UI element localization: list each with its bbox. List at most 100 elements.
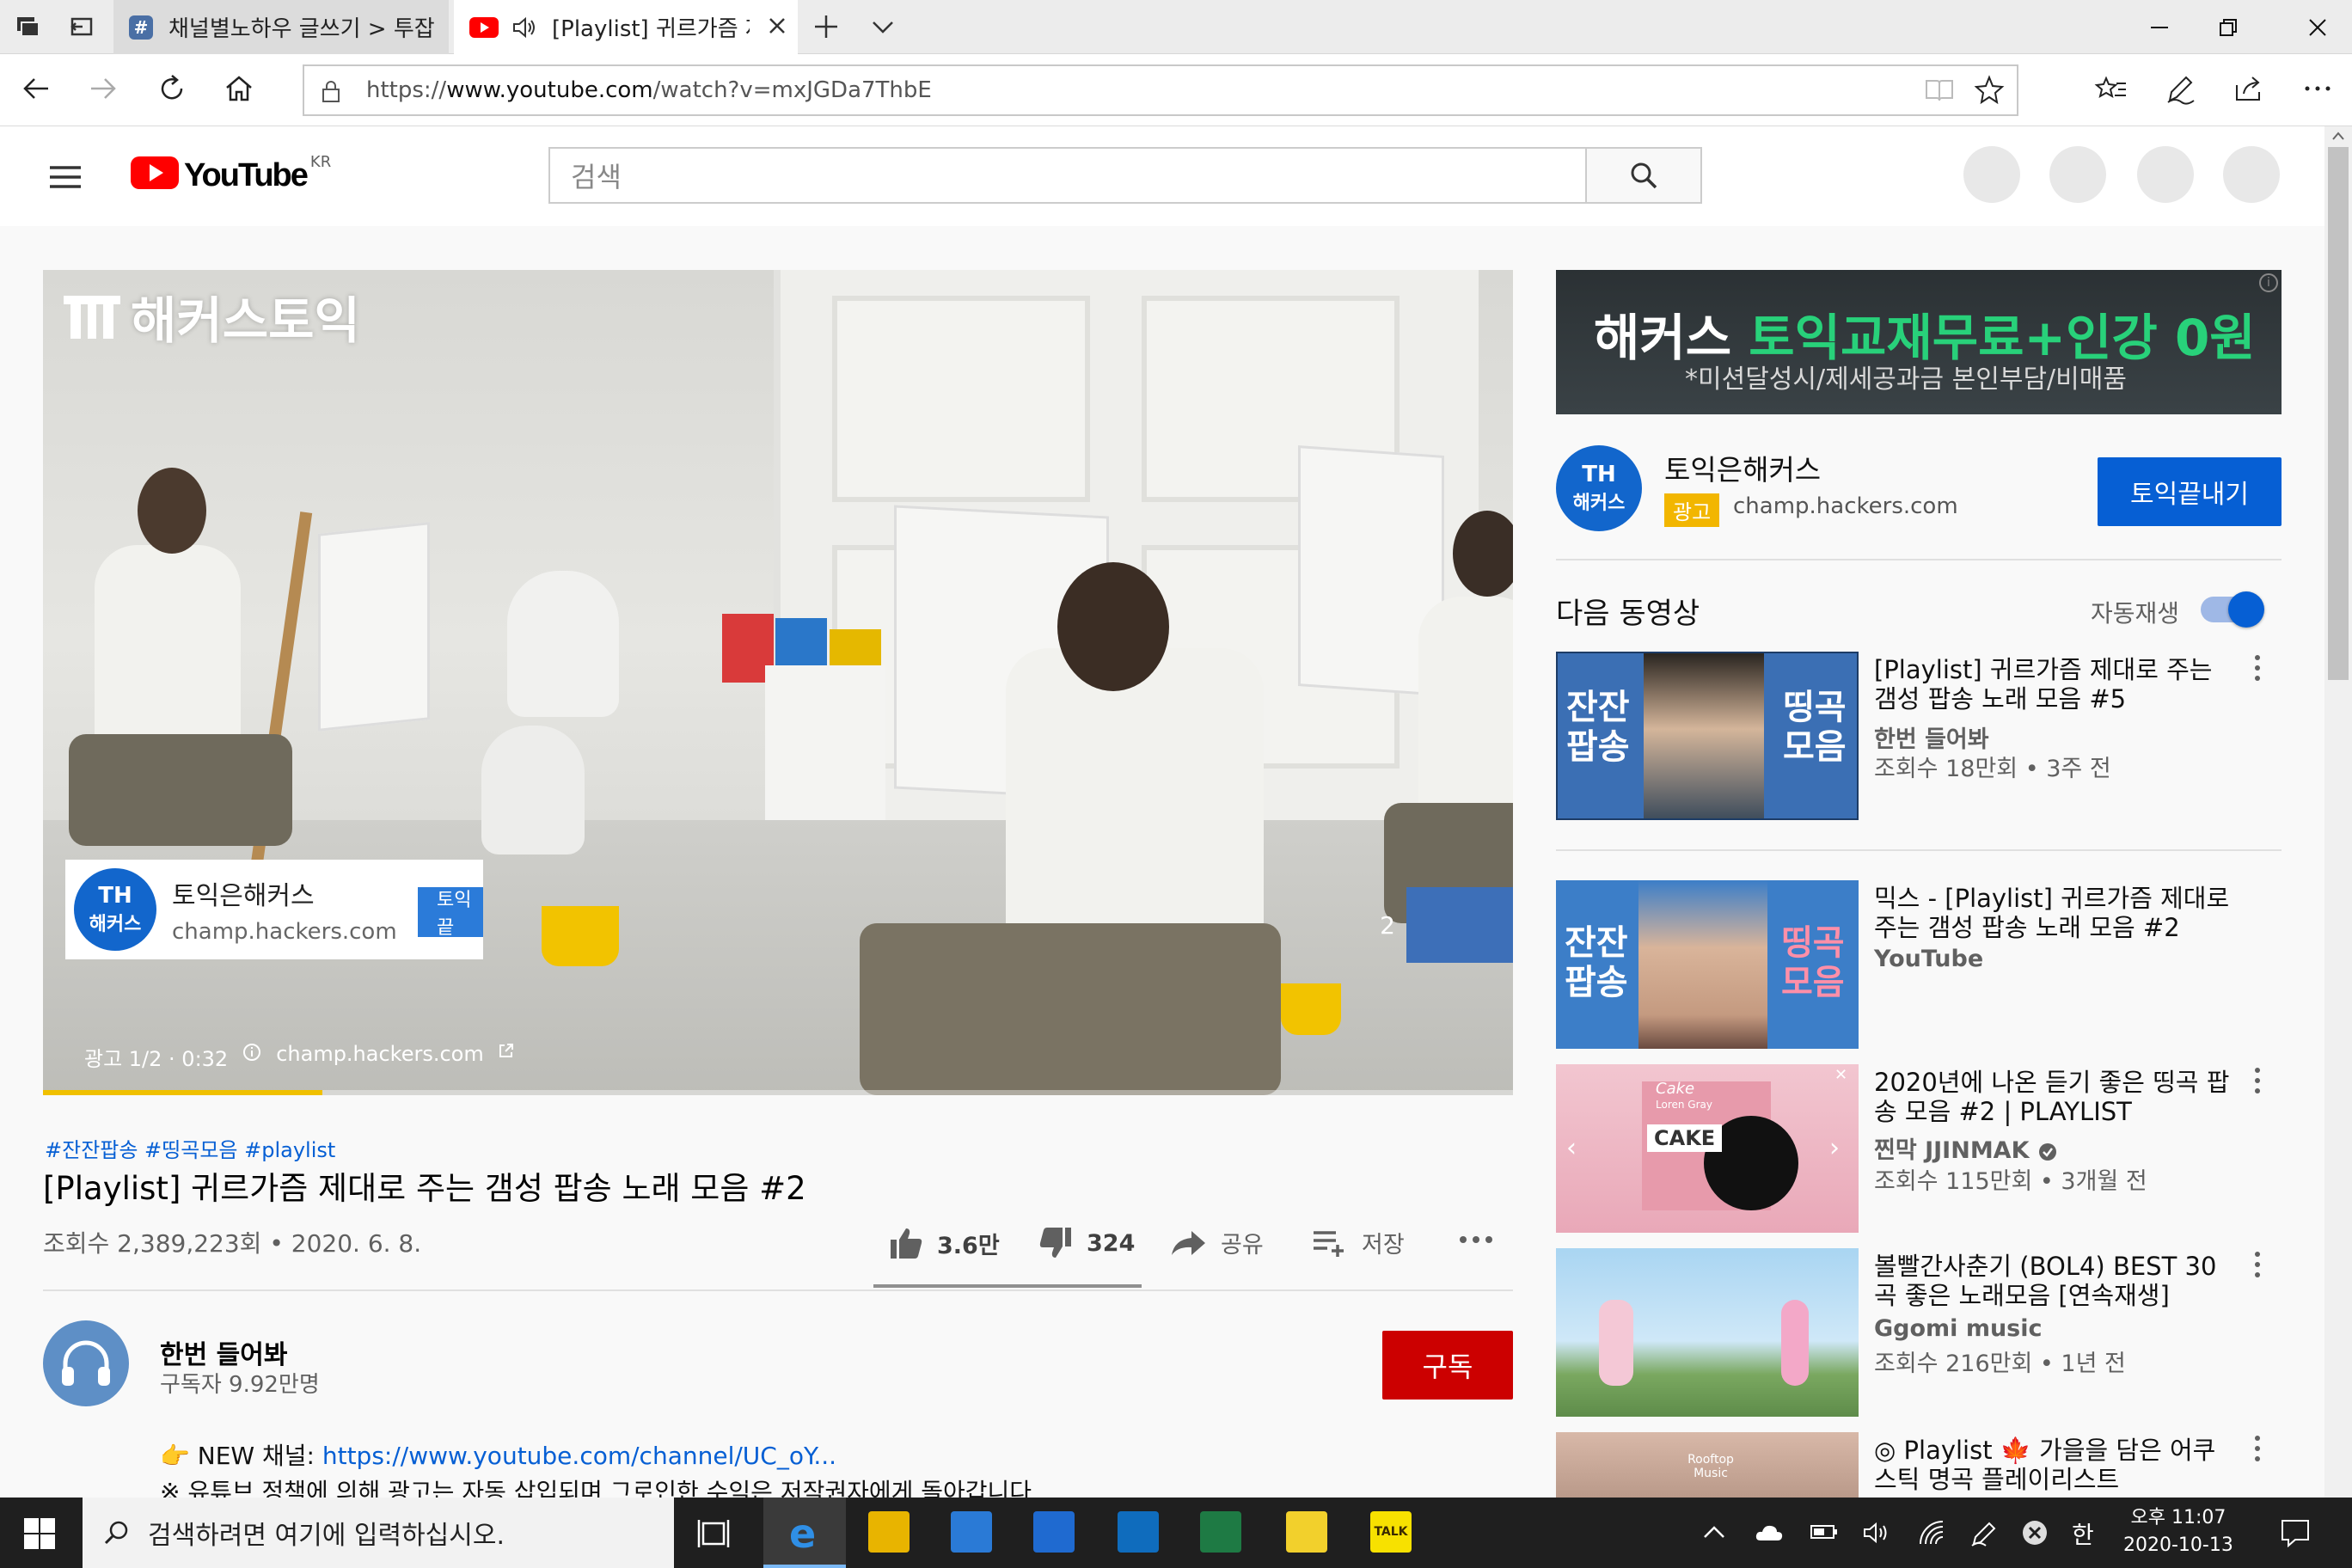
ime-indicator[interactable]: 한 xyxy=(2072,1516,2094,1551)
share-button[interactable]: 공유 xyxy=(1169,1226,1264,1259)
more-vert-icon[interactable] xyxy=(2249,1068,2266,1106)
pen-notes-icon[interactable] xyxy=(2163,71,2197,106)
favorites-list-icon[interactable] xyxy=(2094,71,2128,106)
video-thumbnail[interactable] xyxy=(1556,1248,1859,1417)
chevron-up-icon[interactable] xyxy=(1702,1523,1726,1540)
ad-overlay-card[interactable]: TH 해커스 토익은해커스 champ.hackers.com 토익끝 xyxy=(65,860,483,959)
recommended-title[interactable]: 믹스 - [Playlist] 귀르가즘 제대로 주는 갬성 팝송 노래 모음 … xyxy=(1874,884,2235,942)
battery-icon[interactable] xyxy=(1810,1523,1838,1540)
video-thumbnail[interactable]: Cake Loren Gray CAKE ‹ › ✕ xyxy=(1556,1064,1859,1233)
dislike-button[interactable]: 324 xyxy=(1037,1226,1135,1260)
favorite-star-icon[interactable] xyxy=(1974,75,2005,106)
forward-arrow-icon[interactable] xyxy=(86,71,120,106)
more-vert-icon[interactable] xyxy=(2249,1252,2266,1289)
subscribe-button[interactable]: 구독 xyxy=(1382,1331,1513,1400)
scrollbar-thumb[interactable] xyxy=(2328,147,2349,680)
tab-writing[interactable]: # 채널별노하우 글쓰기 > 투잡 xyxy=(113,0,449,54)
external-link-icon[interactable] xyxy=(498,1042,515,1072)
wifi-icon[interactable] xyxy=(1917,1520,1948,1546)
back-arrow-icon[interactable] xyxy=(19,71,53,106)
set-tabs-aside-icon[interactable] xyxy=(67,12,96,41)
more-vert-icon[interactable] xyxy=(2249,1436,2266,1473)
like-button[interactable]: 3.6만 xyxy=(887,1226,1000,1260)
taskbar-clock[interactable]: 오후 11:07 2020-10-13 xyxy=(2123,1504,2233,1559)
channel-avatar[interactable] xyxy=(43,1320,129,1406)
next-video-preview[interactable]: 2 xyxy=(1369,887,1513,963)
onedrive-cloud-icon[interactable] xyxy=(1754,1522,1785,1542)
youtube-logo[interactable]: YouTube KR xyxy=(131,153,331,196)
minimize-button[interactable] xyxy=(2125,0,2194,54)
more-menu-icon[interactable] xyxy=(2300,71,2335,106)
hackers-logo[interactable]: TH 해커스 xyxy=(1556,445,1642,531)
tab-manager-icon[interactable] xyxy=(14,12,43,41)
hamburger-menu-icon[interactable] xyxy=(48,164,83,190)
scroll-up-icon[interactable] xyxy=(2331,132,2345,140)
close-circle-icon[interactable] xyxy=(2020,1518,2049,1547)
whiteboard-icon[interactable] xyxy=(1033,1511,1075,1553)
refresh-icon[interactable] xyxy=(155,71,189,106)
restore-button[interactable] xyxy=(2194,0,2263,54)
info-icon[interactable] xyxy=(242,1042,262,1072)
tab-preview-chevron-icon[interactable] xyxy=(868,12,897,41)
page-scrollbar[interactable] xyxy=(2324,126,2352,1498)
video-thumbnail[interactable]: Rooftop Music xyxy=(1556,1432,1859,1498)
header-icon-placeholder[interactable] xyxy=(2049,146,2106,203)
more-vert-icon[interactable] xyxy=(2249,655,2266,693)
channel-name[interactable]: 한번 들어봐 xyxy=(160,1333,287,1371)
video-player[interactable]: 해커스토익 TH 해커스 토익은해커스 champ.hackers.com 토익끝… xyxy=(43,270,1513,1095)
address-bar[interactable]: https://www.youtube.com/watch?v=mxJGDa7T… xyxy=(303,64,2018,116)
autoplay-toggle[interactable] xyxy=(2201,591,2264,628)
ad-progress-bar[interactable] xyxy=(43,1090,1513,1095)
thumbnail-text-right: 띵곡 모음 xyxy=(1783,688,1847,767)
video-hashtags[interactable]: #잔잔팝송 #띵곡모음 #playlist xyxy=(45,1133,335,1163)
recommended-title[interactable]: 2020년에 나온 듣기 좋은 띵곡 팝송 모음 #2 | PLAYLIST xyxy=(1874,1068,2235,1126)
calendar-icon[interactable] xyxy=(951,1511,992,1553)
recommended-channel[interactable]: 찐막 JJINMAK xyxy=(1874,1131,2058,1165)
video-thumbnail[interactable]: 잔잔 팝송 띵곡 모음 xyxy=(1556,652,1859,820)
ad-title[interactable]: 토익은해커스 xyxy=(1664,447,1821,488)
ad-card-url: champ.hackers.com xyxy=(172,919,397,945)
header-icon-placeholder[interactable] xyxy=(2137,146,2194,203)
new-tab-icon[interactable] xyxy=(812,12,841,41)
recommended-title[interactable]: ◎ Playlist 🍁 가을을 담은 어쿠스틱 명곡 플레이리스트 xyxy=(1874,1436,2235,1494)
header-icon-placeholder[interactable] xyxy=(1963,146,2020,203)
ad-card-title: 토익은해커스 xyxy=(172,881,315,911)
ad-info-icon[interactable]: i xyxy=(2259,273,2278,292)
excel-icon[interactable] xyxy=(1200,1511,1241,1553)
recommended-video[interactable]: Rooftop Music ◎ Playlist 🍁 가을을 담은 어쿠스틱 명… xyxy=(1556,1432,2330,1498)
share-icon[interactable] xyxy=(2232,71,2266,106)
home-icon[interactable] xyxy=(222,71,256,106)
task-view-icon[interactable] xyxy=(696,1516,731,1551)
search-button[interactable] xyxy=(1587,147,1702,204)
recommended-title[interactable]: [Playlist] 귀르가즘 제대로 주는 갬성 팝송 노래 모음 #5 xyxy=(1874,655,2235,714)
pen-workspace-icon[interactable] xyxy=(1969,1518,2000,1547)
tab-youtube[interactable]: [Playlist] 귀르가즘 제 xyxy=(454,0,798,54)
ad-cta-button[interactable]: 토익끝내기 xyxy=(2098,457,2282,526)
outlook-icon[interactable] xyxy=(1118,1511,1159,1553)
description-link[interactable]: https://www.youtube.com/channel/UC_oY... xyxy=(322,1442,836,1470)
ad-info-url[interactable]: champ.hackers.com xyxy=(276,1042,484,1072)
windows-start-icon[interactable] xyxy=(22,1516,57,1551)
search-input[interactable]: 검색 xyxy=(548,147,1587,204)
more-actions-button[interactable] xyxy=(1458,1234,1494,1245)
reading-view-icon[interactable] xyxy=(1924,77,1955,104)
ad-card-button[interactable]: 토익끝 xyxy=(418,887,483,939)
kakaotalk-icon[interactable]: TALK xyxy=(1370,1511,1412,1553)
tab-close-icon[interactable] xyxy=(765,14,789,38)
close-window-button[interactable] xyxy=(2283,0,2352,54)
avatar[interactable] xyxy=(2223,146,2280,203)
recommended-channel[interactable]: Ggomi music xyxy=(1874,1315,2043,1342)
video-thumbnail[interactable]: 잔잔 팝송 띵곡 모음 xyxy=(1556,880,1859,1049)
sidebar-ad-banner[interactable]: 해커스 토익교재무료+인강 0원 *미션달성시/제세공과금 본인부담/비매품 i xyxy=(1556,270,2282,414)
save-button[interactable]: 저장 xyxy=(1312,1226,1405,1259)
clock-date: 2020-10-13 xyxy=(2123,1534,2233,1556)
taskbar-edge-button[interactable]: e xyxy=(763,1498,846,1568)
recommended-channel[interactable]: YouTube xyxy=(1874,946,1983,972)
file-explorer-icon[interactable] xyxy=(868,1511,910,1553)
volume-icon[interactable] xyxy=(1862,1520,1893,1546)
recommended-title[interactable]: 볼빨간사춘기 (BOL4) BEST 30곡 좋은 노래모음 [연속재생] xyxy=(1874,1252,2235,1310)
sticky-notes-icon[interactable] xyxy=(1286,1511,1327,1553)
notification-icon[interactable] xyxy=(2280,1518,2311,1547)
taskbar-search-input[interactable]: 검색하려면 여기에 입력하십시오. xyxy=(83,1498,674,1568)
speaker-icon[interactable] xyxy=(511,15,540,40)
